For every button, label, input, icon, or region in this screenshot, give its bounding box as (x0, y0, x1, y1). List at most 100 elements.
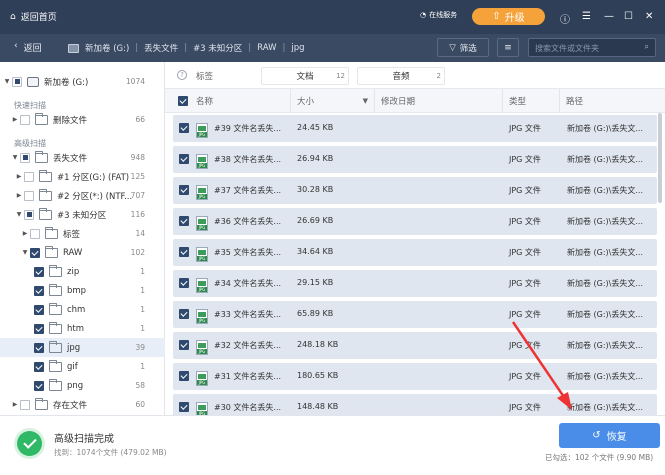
expand-arrow-icon[interactable]: ▼ (14, 211, 24, 218)
table-row[interactable]: #31 文件名丢失... 180.65 KB JPG 文件 新加卷 (G:)\丢… (173, 363, 657, 390)
table-row[interactable]: #33 文件名丢失... 65.89 KB JPG 文件 新加卷 (G:)\丢失… (173, 301, 657, 328)
checkbox[interactable] (24, 190, 34, 201)
expand-arrow-icon[interactable]: ▶ (20, 230, 30, 237)
table-row[interactable]: #37 文件名丢失... 30.28 KB JPG 文件 新加卷 (G:)\丢失… (173, 177, 657, 204)
checkbox[interactable] (34, 361, 44, 372)
table-row[interactable]: #34 文件名丢失... 29.15 KB JPG 文件 新加卷 (G:)\丢失… (173, 270, 657, 297)
checkbox[interactable] (20, 152, 30, 163)
checkbox[interactable] (12, 76, 22, 87)
table-row[interactable]: #38 文件名丢失... 26.94 KB JPG 文件 新加卷 (G:)\丢失… (173, 146, 657, 173)
table-row[interactable]: #35 文件名丢失... 34.64 KB JPG 文件 新加卷 (G:)\丢失… (173, 239, 657, 266)
row-checkbox[interactable] (179, 340, 189, 350)
breadcrumb-item[interactable]: 丢失文件 (144, 42, 178, 54)
tree-item-raw[interactable]: ▼ RAW 102 (0, 243, 165, 262)
checkbox[interactable] (30, 247, 40, 258)
tree-item-zip[interactable]: zip 1 (0, 262, 165, 281)
row-checkbox[interactable] (179, 402, 189, 412)
jpg-file-icon (196, 247, 208, 262)
checkbox[interactable] (34, 266, 44, 277)
checkbox[interactable] (34, 380, 44, 391)
checkbox[interactable] (20, 114, 30, 125)
back-button[interactable]: ‹ 返回 (14, 41, 42, 54)
expand-arrow-icon[interactable]: ▼ (2, 78, 12, 85)
tree-item-bmp[interactable]: bmp 1 (0, 281, 165, 300)
minimize-icon[interactable]: — (604, 11, 614, 22)
tree-item-existing[interactable]: ▶ 存在文件 60 (0, 395, 165, 414)
column-path[interactable]: 路径 (559, 89, 665, 113)
expand-arrow-icon[interactable]: ▶ (14, 192, 24, 199)
breadcrumb-item[interactable]: RAW (257, 43, 276, 53)
scrollbar[interactable] (658, 113, 662, 203)
tree-item-root[interactable]: ▼ 新加卷 (G:) 1074 (0, 72, 165, 91)
search-icon[interactable]: ⌕ (645, 42, 649, 52)
search-input[interactable]: 搜索文件或文件夹 ⌕ (528, 38, 656, 57)
menu-icon[interactable]: ☰ (582, 11, 591, 22)
column-size[interactable]: 大小 ▼ (290, 89, 374, 113)
row-checkbox[interactable] (179, 371, 189, 381)
checkbox[interactable] (34, 285, 44, 296)
tree-label: htm (67, 323, 84, 334)
tree-item-png[interactable]: png 58 (0, 376, 165, 395)
file-type: JPG 文件 (509, 155, 541, 164)
expand-arrow-icon[interactable]: ▶ (14, 173, 24, 180)
file-name: #38 文件名丢失... (214, 155, 282, 164)
column-type[interactable]: 类型 (502, 89, 559, 113)
table-row[interactable]: #39 文件名丢失... 24.45 KB JPG 文件 新加卷 (G:)\丢失… (173, 115, 657, 142)
info-icon[interactable]: ⓘ (560, 11, 570, 26)
tab-audio[interactable]: 音频 2 (357, 67, 445, 85)
checkbox[interactable] (24, 209, 34, 220)
breadcrumb-item[interactable]: jpg (291, 43, 304, 53)
restore-button[interactable]: ↺ 恢复 (559, 423, 660, 448)
upgrade-button[interactable]: ⇧ 升级 (472, 8, 545, 25)
row-checkbox[interactable] (179, 154, 189, 164)
expand-arrow-icon[interactable]: ▼ (10, 154, 20, 161)
table-row[interactable]: #32 文件名丢失... 248.18 KB JPG 文件 新加卷 (G:)\丢… (173, 332, 657, 359)
tree-count: 58 (135, 381, 145, 390)
checkbox[interactable] (30, 228, 40, 239)
breadcrumb-item[interactable]: #3 未知分区 (193, 42, 242, 54)
tree-item-jpg[interactable]: jpg 39 (0, 338, 165, 357)
tree-item-partition2[interactable]: ▶ #2 分区(*:) (NTF... 707 (0, 186, 165, 205)
row-checkbox[interactable] (179, 123, 189, 133)
row-checkbox[interactable] (179, 216, 189, 226)
tree-item-partition1[interactable]: ▶ #1 分区(G:) (FAT) 125 (0, 167, 165, 186)
select-all-checkbox[interactable] (178, 96, 188, 106)
tree-item-tags[interactable]: ▶ 标签 14 (0, 224, 165, 243)
table-row[interactable]: #30 文件名丢失... 148.48 KB JPG 文件 新加卷 (G:)\丢… (173, 394, 657, 415)
maximize-icon[interactable]: ☐ (624, 11, 633, 22)
tree-item-partition3[interactable]: ▼ #3 未知分区 116 (0, 205, 165, 224)
row-checkbox[interactable] (179, 309, 189, 319)
tab-documents[interactable]: 文档 12 (261, 67, 349, 85)
tree-item-lost[interactable]: ▼ 丢失文件 948 (0, 148, 165, 167)
checkbox[interactable] (34, 342, 44, 353)
list-icon: ≡ (504, 42, 512, 53)
sort-desc-icon: ▼ (362, 97, 368, 105)
checkbox[interactable] (24, 171, 34, 182)
row-checkbox[interactable] (179, 247, 189, 257)
tree-label: bmp (67, 285, 87, 296)
checkbox[interactable] (34, 304, 44, 315)
expand-arrow-icon[interactable]: ▶ (10, 401, 20, 408)
column-name[interactable]: 名称 (190, 89, 290, 113)
tree-item-deleted[interactable]: ▶ 删除文件 66 (0, 110, 165, 129)
expand-arrow-icon[interactable]: ▶ (10, 116, 20, 123)
column-modified[interactable]: 修改日期 (374, 89, 502, 113)
close-icon[interactable]: ✕ (645, 11, 653, 22)
home-link[interactable]: ⌂ 返回首页 (10, 10, 57, 24)
help-icon[interactable]: ? (177, 70, 187, 80)
tree-item-chm[interactable]: chm 1 (0, 300, 165, 319)
tree-item-htm[interactable]: htm 1 (0, 319, 165, 338)
online-service-link[interactable]: ◔ 在线服务 (420, 10, 457, 20)
tree-item-gif[interactable]: gif 1 (0, 357, 165, 376)
file-name: #33 文件名丢失... (214, 310, 282, 319)
expand-arrow-icon[interactable]: ▼ (20, 249, 30, 256)
checkbox[interactable] (20, 399, 30, 410)
row-checkbox[interactable] (179, 278, 189, 288)
table-row[interactable]: #36 文件名丢失... 26.69 KB JPG 文件 新加卷 (G:)\丢失… (173, 208, 657, 235)
list-view-button[interactable]: ≡ (497, 38, 519, 57)
filter-button[interactable]: ▽ 筛选 (437, 38, 489, 57)
tree-label: gif (67, 361, 78, 372)
checkbox[interactable] (34, 323, 44, 334)
row-checkbox[interactable] (179, 185, 189, 195)
breadcrumb-item[interactable]: 新加卷 (G:) (85, 42, 129, 54)
